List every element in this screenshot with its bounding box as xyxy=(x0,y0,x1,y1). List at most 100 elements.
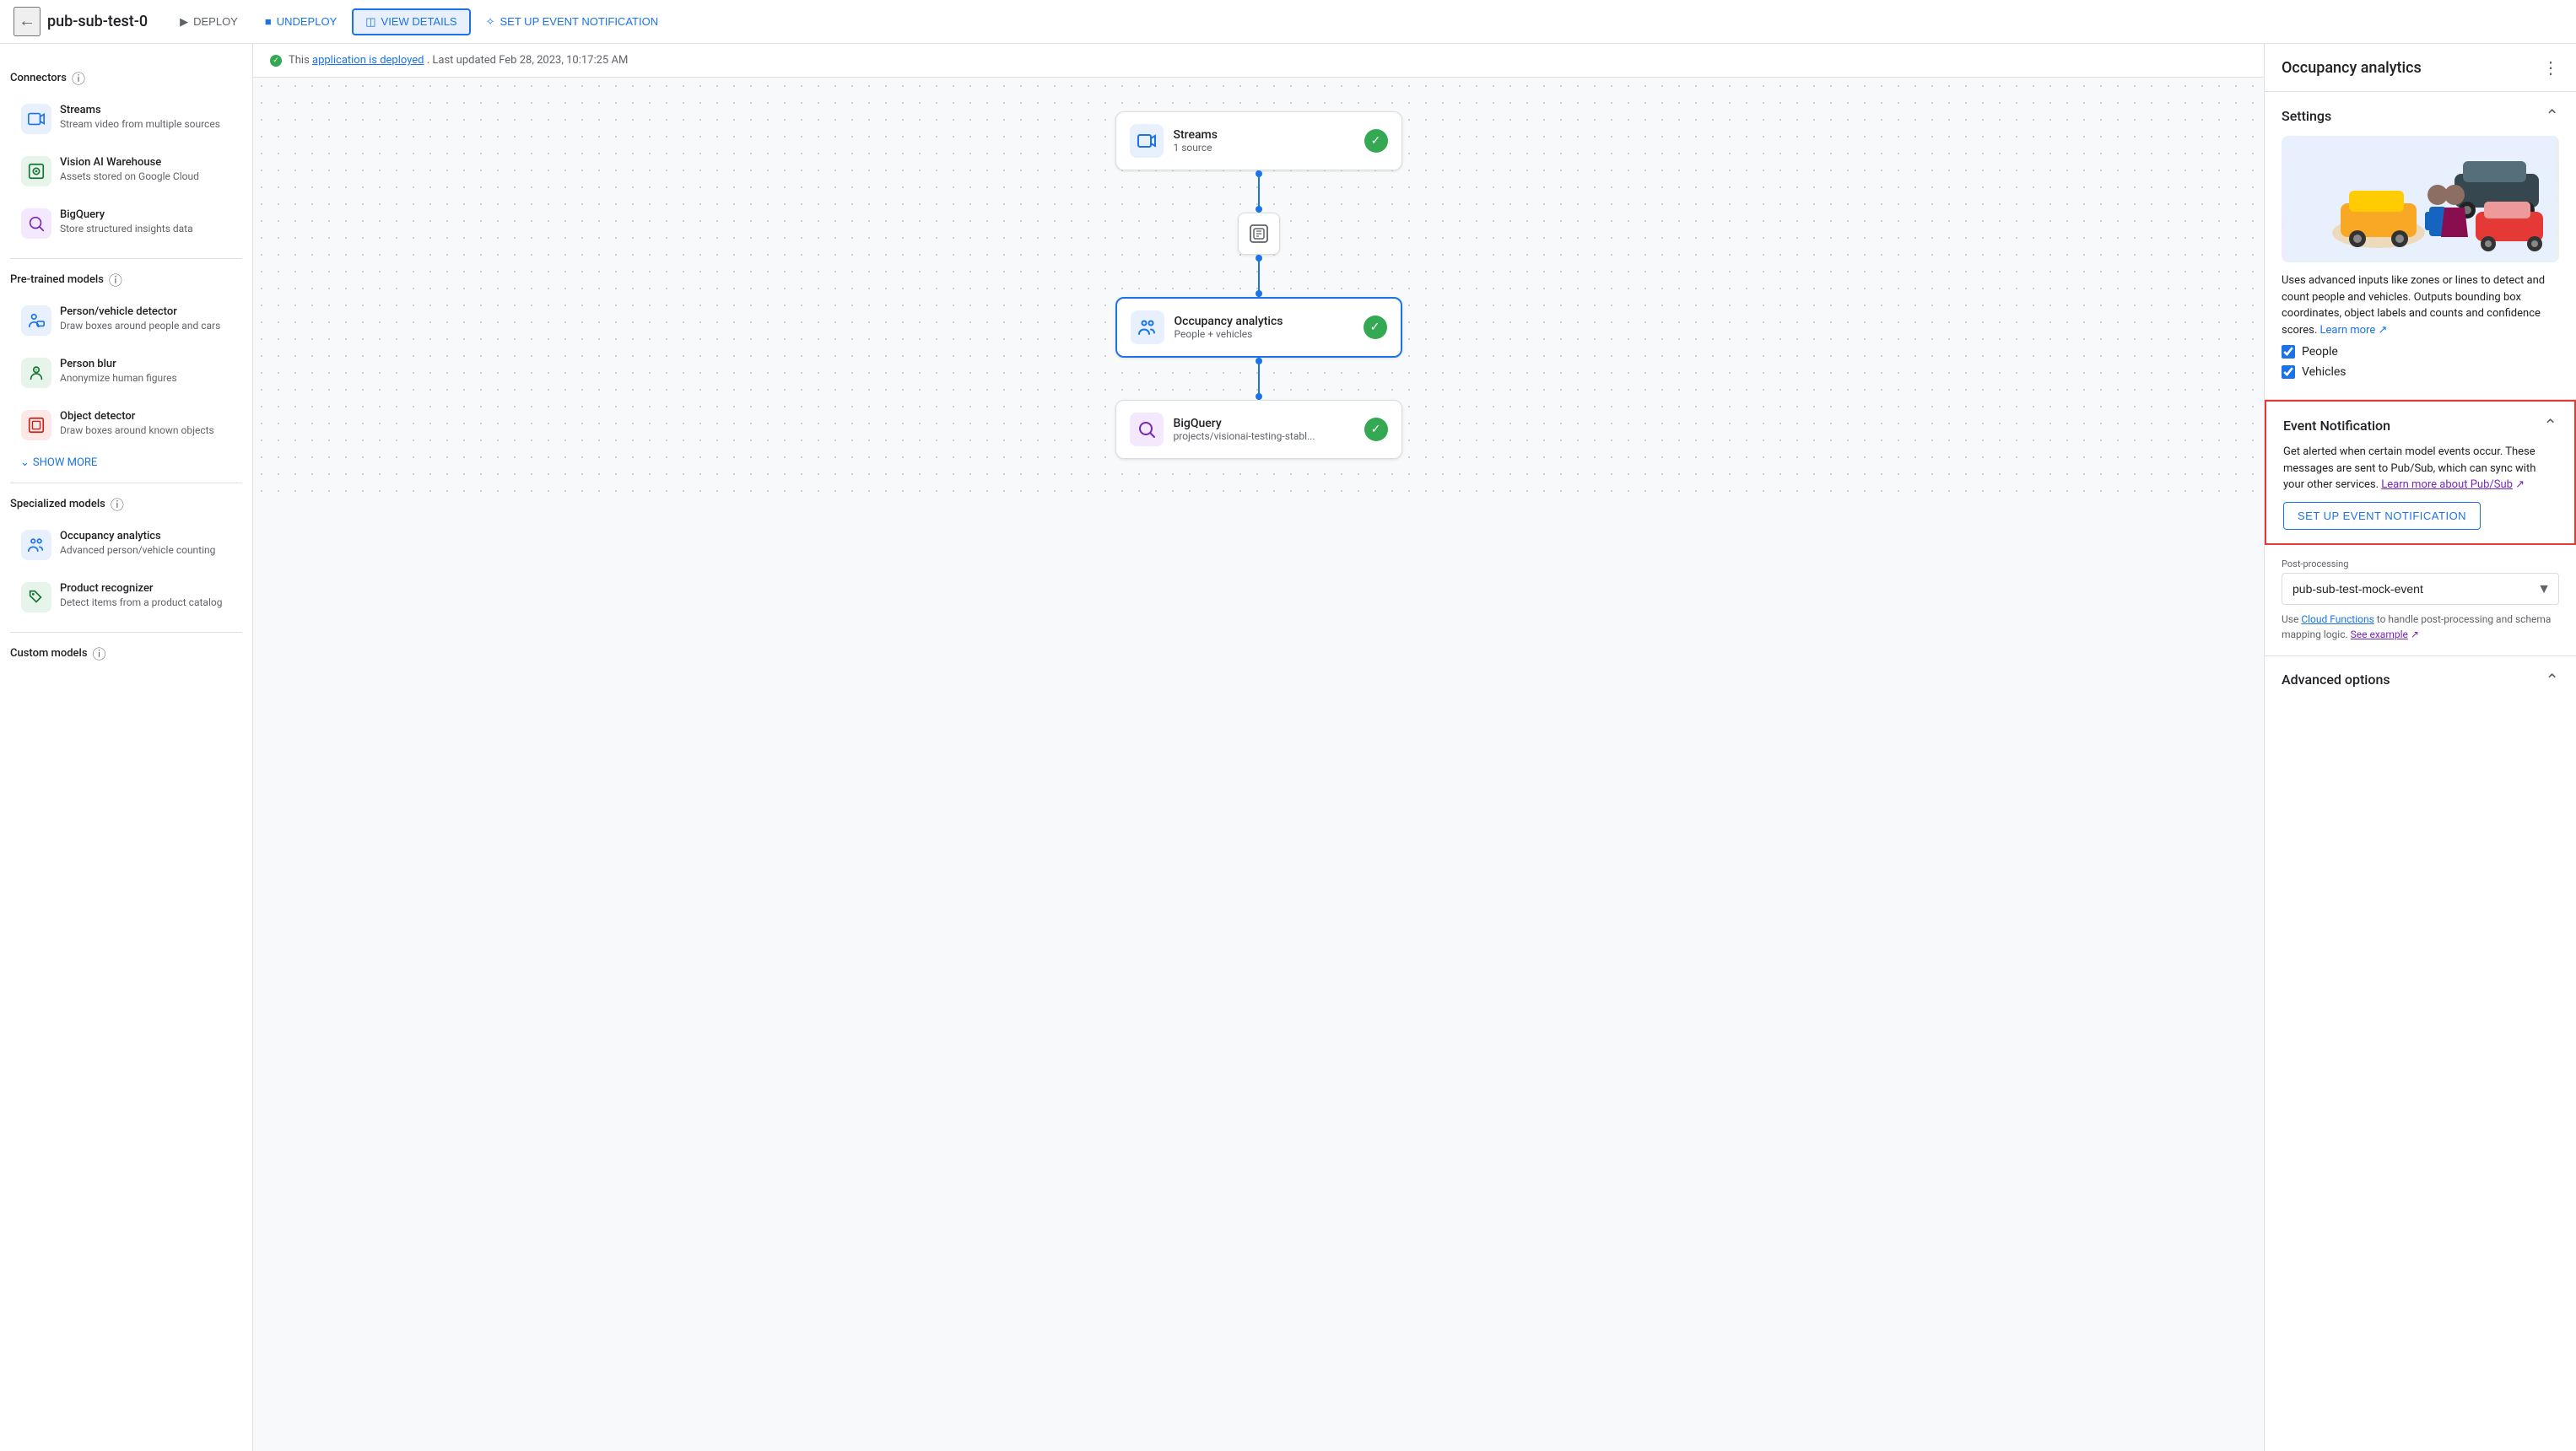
deploy-button[interactable]: ▶ DEPLOY xyxy=(168,10,250,34)
post-processing-desc: Use Cloud Functions to handle post-proce… xyxy=(2282,612,2559,642)
streams-info: Streams Stream video from multiple sourc… xyxy=(60,104,220,130)
person-blur-desc: Anonymize human figures xyxy=(60,372,177,384)
middle-processor-node[interactable] xyxy=(1238,213,1280,255)
main-layout: Connectors ⓘ Streams Stream video from m… xyxy=(0,44,2576,1451)
object-detector-desc: Draw boxes around known objects xyxy=(60,424,214,436)
product-recognizer-icon xyxy=(21,582,51,612)
deployed-link[interactable]: application is deployed xyxy=(312,54,424,67)
sidebar-item-object-detector[interactable]: Object detector Draw boxes around known … xyxy=(10,401,242,450)
streams-node-icon xyxy=(1130,124,1164,158)
object-detector-info: Object detector Draw boxes around known … xyxy=(60,410,214,436)
product-recognizer-info: Product recognizer Detect items from a p… xyxy=(60,582,222,608)
post-processing-select-wrapper: pub-sub-test-mock-event ▼ xyxy=(2282,573,2559,605)
top-bar: ← pub-sub-test-0 ▶ DEPLOY ■ UNDEPLOY ◫ V… xyxy=(0,0,2576,44)
pretrained-section-title: Pre-trained models ⓘ xyxy=(10,269,242,289)
connectors-section-title: Connectors ⓘ xyxy=(10,67,242,88)
person-vehicle-desc: Draw boxes around people and cars xyxy=(60,320,220,332)
setup-event-top-button[interactable]: ✧ SET UP EVENT NOTIFICATION xyxy=(474,10,670,34)
vehicles-checkbox[interactable] xyxy=(2282,365,2295,379)
specialized-help-icon[interactable]: ⓘ xyxy=(111,494,124,514)
divider-3 xyxy=(10,632,242,633)
sidebar-item-bigquery[interactable]: BigQuery Store structured insights data xyxy=(10,199,242,248)
specialized-section-title: Specialized models ⓘ xyxy=(10,494,242,514)
custom-help-icon[interactable]: ⓘ xyxy=(93,643,106,663)
see-example-link[interactable]: See example xyxy=(2351,628,2408,640)
bigquery-title: BigQuery xyxy=(60,208,193,221)
product-recognizer-desc: Detect items from a product catalog xyxy=(60,596,222,608)
external-link-icon: ↗ xyxy=(2379,324,2388,337)
person-vehicle-info: Person/vehicle detector Draw boxes aroun… xyxy=(60,305,220,332)
object-detector-title: Object detector xyxy=(60,410,214,423)
event-desc: Get alerted when certain model events oc… xyxy=(2283,444,2557,494)
connectors-help-icon[interactable]: ⓘ xyxy=(72,67,85,88)
person-blur-info: Person blur Anonymize human figures xyxy=(60,358,177,384)
streams-node-title: Streams xyxy=(1174,128,1218,142)
event-notif-collapse-icon[interactable]: ⌃ xyxy=(2543,415,2557,435)
streams-node-info: Streams 1 source xyxy=(1174,128,1218,154)
view-details-button[interactable]: ◫ VIEW DETAILS xyxy=(352,8,470,35)
bigquery-icon xyxy=(21,208,51,239)
back-button[interactable]: ← xyxy=(14,7,41,36)
sidebar-item-person-blur[interactable]: Person blur Anonymize human figures xyxy=(10,348,242,397)
canvas-dots[interactable]: Streams 1 source ✓ xyxy=(253,78,2264,493)
event-notif-header: Event Notification ⌃ xyxy=(2283,415,2557,435)
sidebar-item-product-recognizer[interactable]: Product recognizer Detect items from a p… xyxy=(10,573,242,622)
post-processing-label: Post-processing xyxy=(2282,558,2559,569)
right-panel-header: Occupancy analytics ⋮ xyxy=(2265,44,2576,92)
vision-ai-title: Vision AI Warehouse xyxy=(60,156,199,169)
occupancy-node-icon xyxy=(1131,310,1164,344)
advanced-collapse-icon[interactable]: ⌃ xyxy=(2545,670,2559,690)
person-vehicle-title: Person/vehicle detector xyxy=(60,305,220,318)
streams-icon xyxy=(21,104,51,134)
bigquery-node-icon xyxy=(1130,413,1164,446)
bigquery-node[interactable]: BigQuery projects/visionai-testing-stabl… xyxy=(1115,400,1402,459)
occupancy-icon xyxy=(21,530,51,560)
pubsub-external-icon: ↗ xyxy=(2515,478,2525,491)
deploy-icon: ▶ xyxy=(180,15,188,29)
occupancy-node-info: Occupancy analytics People + vehicles xyxy=(1175,315,1283,340)
people-checkbox-row: People xyxy=(2282,345,2559,359)
vision-ai-desc: Assets stored on Google Cloud xyxy=(60,170,199,182)
canvas-area: ✓ This application is deployed . Last up… xyxy=(253,44,2264,1451)
occupancy-node[interactable]: Occupancy analytics People + vehicles ✓ xyxy=(1115,297,1402,358)
cloud-functions-link[interactable]: Cloud Functions xyxy=(2301,613,2373,625)
occupancy-sidebar-desc: Advanced person/vehicle counting xyxy=(60,544,215,556)
undeploy-icon: ■ xyxy=(265,15,272,28)
setup-event-notification-button[interactable]: SET UP EVENT NOTIFICATION xyxy=(2283,502,2481,530)
divider-1 xyxy=(10,258,242,259)
people-checkbox[interactable] xyxy=(2282,345,2295,359)
bigquery-desc: Store structured insights data xyxy=(60,223,193,235)
streams-node[interactable]: Streams 1 source ✓ xyxy=(1115,111,1402,170)
more-options-icon[interactable]: ⋮ xyxy=(2542,57,2559,78)
vehicles-checkbox-row: Vehicles xyxy=(2282,365,2559,379)
right-panel: Occupancy analytics ⋮ Settings ⌃ xyxy=(2264,44,2576,1451)
pubsub-link[interactable]: Learn more about Pub/Sub xyxy=(2381,478,2513,491)
bigquery-node-sub: projects/visionai-testing-stabl... xyxy=(1174,430,1315,442)
right-panel-title: Occupancy analytics xyxy=(2282,59,2422,77)
sidebar-item-streams[interactable]: Streams Stream video from multiple sourc… xyxy=(10,94,242,143)
vision-ai-icon xyxy=(21,156,51,186)
canvas-status-bar: ✓ This application is deployed . Last up… xyxy=(253,44,2264,78)
setup-event-icon: ✧ xyxy=(486,15,495,29)
learn-more-link[interactable]: Learn more xyxy=(2319,324,2375,337)
occupancy-node-check: ✓ xyxy=(1364,316,1387,339)
status-text: This application is deployed . Last upda… xyxy=(289,54,628,67)
connector-line-1 xyxy=(1258,170,1260,213)
undeploy-button[interactable]: ■ UNDEPLOY xyxy=(253,10,348,33)
post-processing-section: Post-processing pub-sub-test-mock-event … xyxy=(2265,545,2576,656)
pretrained-help-icon[interactable]: ⓘ xyxy=(109,269,122,289)
post-processing-select[interactable]: pub-sub-test-mock-event xyxy=(2282,573,2559,605)
vehicles-label: Vehicles xyxy=(2302,365,2346,379)
settings-collapse-icon[interactable]: ⌃ xyxy=(2545,105,2559,126)
connector-line-3 xyxy=(1258,358,1260,400)
sidebar-item-person-vehicle[interactable]: Person/vehicle detector Draw boxes aroun… xyxy=(10,296,242,345)
show-more-button[interactable]: ⌄ SHOW MORE xyxy=(10,453,242,472)
streams-node-sub: 1 source xyxy=(1174,142,1218,154)
sidebar-item-vision-ai[interactable]: Vision AI Warehouse Assets stored on Goo… xyxy=(10,147,242,196)
bigquery-info: BigQuery Store structured insights data xyxy=(60,208,193,235)
sidebar-item-occupancy[interactable]: Occupancy analytics Advanced person/vehi… xyxy=(10,521,242,569)
bigquery-node-info: BigQuery projects/visionai-testing-stabl… xyxy=(1174,417,1315,442)
bigquery-node-check: ✓ xyxy=(1364,418,1388,441)
occupancy-node-sub: People + vehicles xyxy=(1175,328,1283,340)
settings-desc: Uses advanced inputs like zones or lines… xyxy=(2282,272,2559,338)
